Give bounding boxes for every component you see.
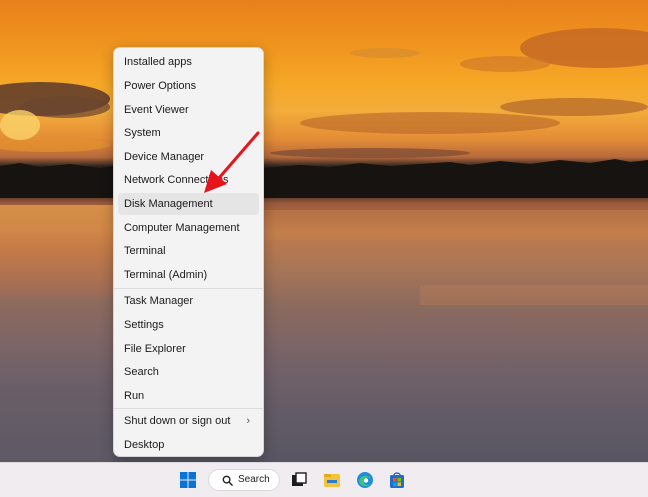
menu-item-power-options[interactable]: Power Options	[118, 75, 259, 97]
menu-item-file-explorer[interactable]: File Explorer	[118, 338, 259, 360]
menu-item-terminal-admin[interactable]: Terminal (Admin)	[118, 264, 259, 286]
power-user-menu: Installed apps Power Options Event Viewe…	[113, 47, 264, 457]
cloud	[0, 138, 110, 152]
cloud	[350, 48, 420, 58]
menu-separator	[114, 288, 263, 289]
sun-glow	[0, 110, 40, 140]
file-explorer-icon[interactable]	[323, 471, 341, 489]
water-reflection	[420, 285, 648, 305]
search-icon	[222, 475, 233, 486]
cloud	[500, 98, 648, 116]
menu-item-desktop[interactable]: Desktop	[118, 434, 259, 456]
water-reflection	[0, 205, 113, 295]
menu-item-search[interactable]: Search	[118, 361, 259, 383]
cloud	[270, 148, 470, 158]
taskbar: Search	[0, 462, 648, 497]
menu-item-settings[interactable]: Settings	[118, 314, 259, 336]
water-reflection	[264, 210, 648, 240]
edge-icon[interactable]	[356, 471, 374, 489]
menu-item-network-connections[interactable]: Network Connections	[118, 169, 259, 191]
menu-item-disk-management[interactable]: Disk Management	[118, 193, 259, 215]
taskbar-search-box[interactable]: Search	[208, 469, 280, 491]
cloud	[300, 112, 560, 134]
menu-item-system[interactable]: System	[118, 122, 259, 144]
menu-item-task-manager[interactable]: Task Manager	[118, 290, 259, 312]
menu-item-shut-down-or-sign-out[interactable]: Shut down or sign out ›	[118, 410, 259, 432]
search-label: Search	[238, 474, 270, 485]
water-reflection	[0, 380, 113, 462]
cloud	[460, 56, 550, 72]
menu-item-terminal[interactable]: Terminal	[118, 240, 259, 262]
windows-start-icon[interactable]	[179, 471, 197, 489]
chevron-right-icon: ›	[246, 415, 250, 427]
microsoft-store-icon[interactable]	[388, 471, 406, 489]
treeline	[0, 159, 648, 198]
menu-item-installed-apps[interactable]: Installed apps	[118, 51, 259, 73]
menu-item-label: Shut down or sign out	[124, 415, 231, 427]
task-view-icon[interactable]	[290, 471, 308, 489]
menu-item-run[interactable]: Run	[118, 385, 259, 407]
menu-item-event-viewer[interactable]: Event Viewer	[118, 99, 259, 121]
menu-item-computer-management[interactable]: Computer Management	[118, 217, 259, 239]
menu-separator	[114, 408, 263, 409]
menu-item-device-manager[interactable]: Device Manager	[118, 146, 259, 168]
desktop-wallpaper	[0, 0, 648, 462]
